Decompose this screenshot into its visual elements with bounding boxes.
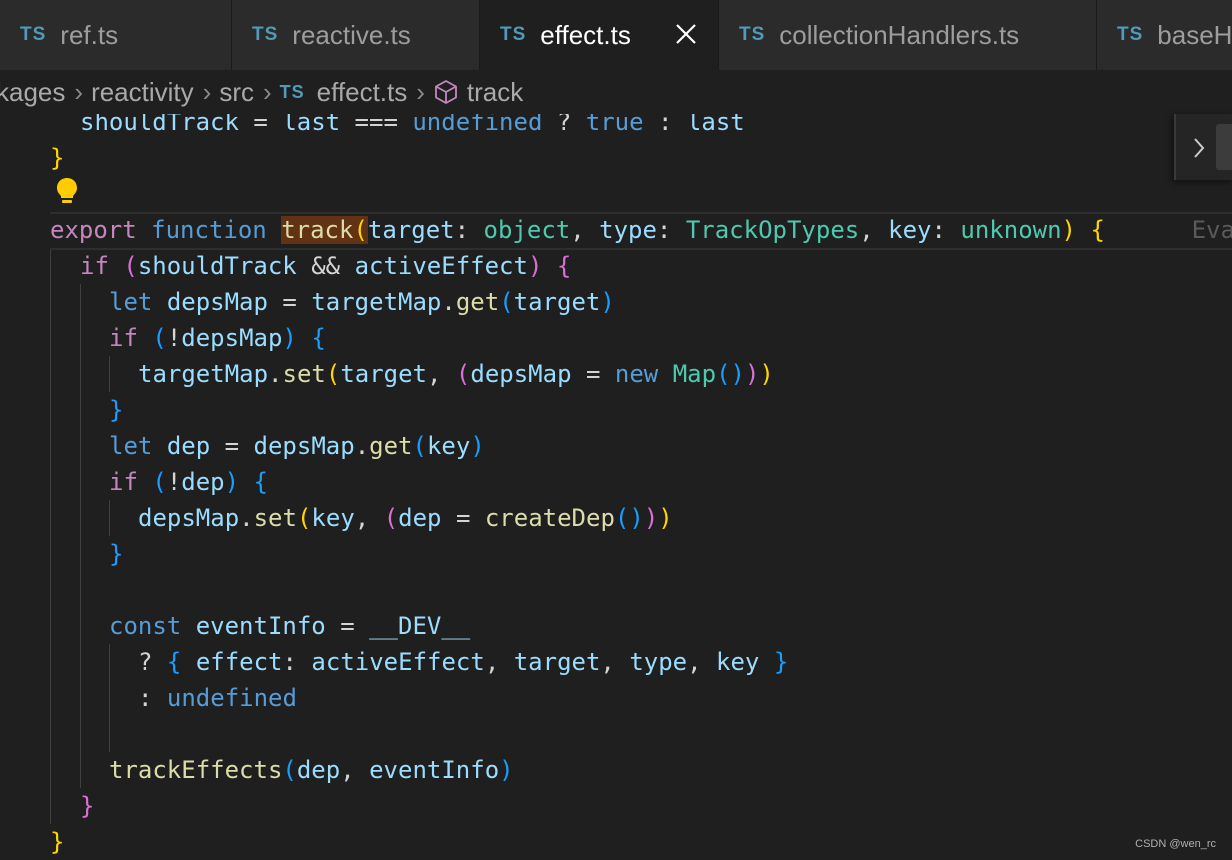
code-line: let depsMap = targetMap.get(target) [109, 288, 615, 316]
chevron-right-icon: › [202, 76, 212, 107]
typescript-file-icon: TS [20, 24, 47, 45]
chevron-right-icon: › [262, 76, 272, 107]
typescript-file-icon: TS [739, 24, 766, 45]
chevron-right-icon[interactable] [1192, 136, 1206, 160]
tab-ref-ts[interactable]: TS ref.ts [0, 0, 232, 70]
code-line: } [109, 540, 124, 568]
tab-label: ref.ts [60, 19, 119, 50]
indent-guide [109, 356, 110, 392]
tab-reactive-ts[interactable]: TS reactive.ts [232, 0, 480, 70]
chevron-right-icon: › [74, 76, 84, 107]
code-line: : undefined [138, 684, 297, 712]
breadcrumb-item-packages[interactable]: kages [0, 77, 65, 108]
chevron-right-icon: › [416, 76, 425, 107]
inline-hint: Eva [1191, 216, 1232, 244]
watermark: CSDN @wen_rc [1135, 838, 1216, 850]
code-line: const eventInfo = __DEV__ [109, 612, 471, 640]
code-line: if (!depsMap) { [109, 324, 326, 352]
indent-guide [50, 248, 51, 824]
lightbulb-icon[interactable] [54, 176, 80, 206]
code-editor[interactable]: shouldTrack = last === undefined ? true … [0, 104, 1232, 860]
cube-symbol-icon [435, 80, 457, 104]
find-input-stub[interactable] [1216, 124, 1232, 170]
breadcrumb-item-reactivity[interactable]: reactivity [91, 77, 194, 108]
code-line: depsMap.set(key, (dep = createDep())) [138, 504, 673, 532]
code-line: } [50, 144, 65, 172]
code-line: ? { effect: activeEffect, target, type, … [138, 648, 789, 676]
typescript-file-icon: TS [279, 81, 305, 102]
code-line: export function track(target: object, ty… [50, 212, 1232, 248]
typescript-file-icon: TS [252, 24, 279, 45]
breadcrumb: kages › reactivity › src › TS effect.ts … [0, 70, 1232, 114]
indent-guide [109, 500, 110, 536]
tab-baseHandlers-ts[interactable]: TS baseH [1097, 0, 1232, 70]
sticky-scroll-panel[interactable] [1174, 114, 1232, 180]
indent-guide [80, 284, 81, 788]
indent-guide [109, 644, 110, 752]
code-line: } [109, 396, 124, 424]
typescript-file-icon: TS [1117, 24, 1144, 45]
editor-tab-bar: TS ref.ts TS reactive.ts TS effect.ts TS… [0, 0, 1232, 70]
close-icon[interactable] [672, 20, 700, 48]
tab-effect-ts[interactable]: TS effect.ts [480, 0, 719, 70]
breadcrumb-item-file[interactable]: TS effect.ts [280, 77, 408, 108]
typescript-file-icon: TS [500, 24, 527, 45]
tab-collectionHandlers-ts[interactable]: TS collectionHandlers.ts [719, 0, 1097, 70]
breadcrumb-file-label: effect.ts [316, 76, 408, 107]
breadcrumb-item-symbol[interactable]: track [433, 77, 523, 108]
code-line: } [80, 792, 95, 820]
tab-label: reactive.ts [292, 19, 411, 50]
tab-label: baseH [1157, 19, 1232, 50]
code-line: } [50, 828, 65, 856]
breadcrumb-item-src[interactable]: src [219, 77, 254, 108]
tab-label: effect.ts [540, 19, 631, 50]
code-line: if (!dep) { [109, 468, 268, 496]
code-line: if (shouldTrack && activeEffect) { [80, 252, 572, 280]
code-line: trackEffects(dep, eventInfo) [109, 756, 514, 784]
code-line: targetMap.set(target, (depsMap = new Map… [138, 360, 774, 388]
breadcrumb-symbol-label: track [466, 76, 524, 107]
code-line: let dep = depsMap.get(key) [109, 432, 485, 460]
tab-label: collectionHandlers.ts [779, 19, 1020, 50]
